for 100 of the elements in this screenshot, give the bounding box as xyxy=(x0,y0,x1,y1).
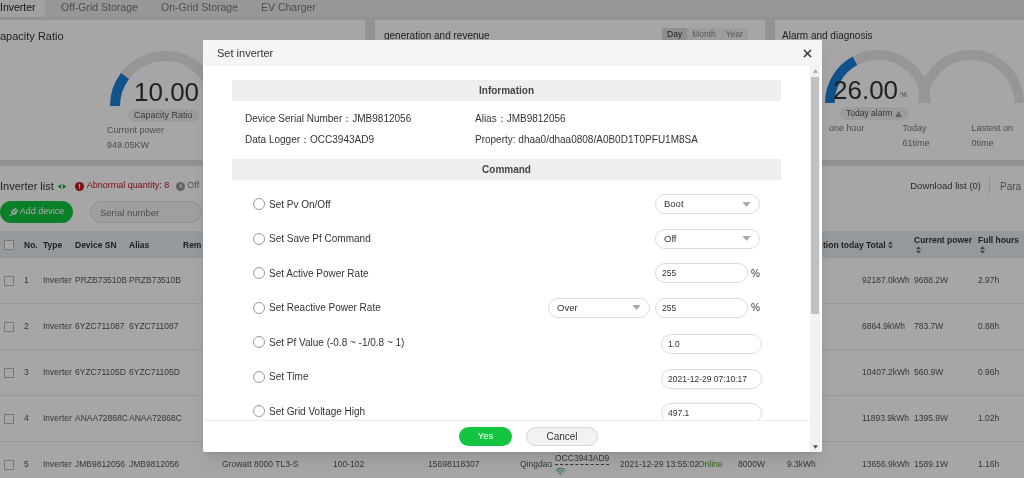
wifi-icon xyxy=(555,465,566,477)
card-title: Alarm and diagnosis xyxy=(782,29,874,43)
column-header[interactable]: Full hours xyxy=(978,234,1020,255)
tab[interactable]: EV Charger xyxy=(245,0,325,17)
input-field[interactable]: 497.1 xyxy=(661,403,762,420)
table-cell: Online xyxy=(698,459,723,469)
table-cell: Inverter xyxy=(43,275,72,285)
table-cell: 560.9W xyxy=(914,367,944,377)
tab[interactable]: Off-Grid Storage xyxy=(45,0,145,17)
download-link[interactable]: Download list (0) xyxy=(910,178,981,194)
command-label: Set Pv On/Off xyxy=(269,197,331,212)
warning-icon xyxy=(895,110,903,117)
table-cell: 1.02h xyxy=(978,413,1000,423)
input-field[interactable]: 1.0 xyxy=(661,334,762,355)
gauge-label: Capacity Ratio xyxy=(128,108,199,122)
column-header[interactable]: Total xyxy=(866,239,893,250)
table-cell: 5 xyxy=(24,459,29,469)
column-header[interactable]: Rem xyxy=(183,239,202,250)
offline-count[interactable]: Off xyxy=(187,179,200,193)
table-cell: 6YZC71105D xyxy=(129,367,180,377)
scroll-down-icon[interactable] xyxy=(812,445,818,449)
cancel-button[interactable]: Cancel xyxy=(526,427,598,446)
table-cell: 0.88h xyxy=(978,321,1000,331)
column-header[interactable]: Type xyxy=(43,239,63,250)
tab[interactable]: On-Grid Storage xyxy=(145,0,245,17)
dropdown-select[interactable]: Off xyxy=(655,228,760,249)
section-header: Command xyxy=(232,159,781,180)
caret-icon xyxy=(742,236,751,242)
input-field[interactable]: 255 xyxy=(655,297,748,318)
tab[interactable]: Inverter xyxy=(0,0,45,17)
table-cell: PRZB73510B xyxy=(75,275,127,285)
column-header[interactable]: No. xyxy=(24,239,38,250)
table-cell: Inverter xyxy=(43,367,72,377)
table-cell: 1395.9W xyxy=(914,413,949,423)
table-cell: 2 xyxy=(24,321,29,331)
abnormal-count[interactable]: Abnormal quantity: 8 xyxy=(86,179,170,193)
column-header[interactable]: Alias xyxy=(129,239,150,250)
sort-icon[interactable] xyxy=(916,246,921,255)
checkbox[interactable] xyxy=(4,413,14,424)
column-header[interactable]: tion today xyxy=(823,239,864,250)
search-field[interactable]: Serial number xyxy=(90,201,202,223)
checkbox[interactable] xyxy=(4,459,14,470)
table-cell: 92187.0kWh xyxy=(862,275,910,285)
column-header[interactable]: Device SN xyxy=(75,239,117,250)
info-text: Data Logger：OCC3943AD9 xyxy=(245,134,375,146)
table-cell: 6YZC71105D xyxy=(75,367,126,377)
checkbox[interactable] xyxy=(4,275,14,286)
scrollbar[interactable] xyxy=(810,66,820,452)
checkbox[interactable] xyxy=(4,239,14,250)
table-cell: 3 xyxy=(24,367,29,377)
stat-value: 0time xyxy=(971,137,994,150)
table-cell: PRZB73510B xyxy=(129,275,181,285)
info-text: Property: dhaa0/dhaa0808/A0B0D1T0PFU1M8SA xyxy=(475,134,699,146)
param-link[interactable]: Para xyxy=(1000,178,1024,194)
table-cell: Inverter xyxy=(43,413,72,423)
input-field[interactable]: 2021-12-29 07:10:17 xyxy=(661,368,762,389)
table-cell: 100-102 xyxy=(333,459,365,469)
table-cell: 0.96h xyxy=(978,367,1000,377)
input-field[interactable]: 255 xyxy=(655,263,748,284)
checkbox[interactable] xyxy=(4,367,14,378)
table-cell: Inverter xyxy=(43,321,72,331)
table-cell: 8000W xyxy=(738,459,765,469)
table-cell: 9688.2W xyxy=(914,275,949,285)
sort-icon[interactable] xyxy=(980,246,985,255)
command-label: Set Reactive Power Rate xyxy=(269,301,381,316)
checkbox[interactable] xyxy=(4,321,14,332)
section-header: Information xyxy=(232,80,781,101)
scroll-up-icon[interactable] xyxy=(812,69,818,73)
card-title: generation and revenue xyxy=(384,29,490,43)
command-label: Set Pf Value (-0.8 ~ -1/0.8 ~ 1) xyxy=(269,335,405,350)
double-arrow-icon[interactable] xyxy=(56,182,67,190)
alarm-badge: Today alarm xyxy=(840,107,909,120)
unit-label: % xyxy=(751,266,760,281)
table-cell: JMB9812056 xyxy=(75,459,126,469)
stat-label: one hour xyxy=(829,122,865,135)
table-cell-text: Growatt 8000 TL3-S xyxy=(222,459,300,470)
alert-icon xyxy=(74,181,84,191)
command-label: Set Save Pf Command xyxy=(269,232,371,247)
column-header[interactable]: Current power xyxy=(914,234,973,255)
clock-icon xyxy=(176,181,186,191)
dropdown-select[interactable]: Boot xyxy=(655,194,760,215)
caret-icon xyxy=(632,305,641,311)
stat-label: Lastest on xyxy=(971,122,1014,135)
table-cell: 6YZC711087 xyxy=(129,321,179,331)
command-label: Set Time xyxy=(269,370,309,385)
table-cell: 13656.9kWh xyxy=(862,459,910,469)
table-cell: 2.97h xyxy=(978,275,1000,285)
dropdown-select[interactable]: Over xyxy=(548,297,650,318)
table-cell: 10407.2kWh xyxy=(862,367,910,377)
unit-label: % xyxy=(751,301,760,316)
table-cell: JMB9812056 xyxy=(129,459,180,469)
table-cell: 1589.1W xyxy=(914,459,949,469)
table-cell: Qingdao xyxy=(520,459,553,469)
table-cell: 15698118307 xyxy=(428,459,480,469)
dialog-title: Set inverter xyxy=(217,45,274,61)
table-cell: Inverter xyxy=(43,459,72,469)
caret-icon xyxy=(742,201,751,207)
list-title: Inverter list xyxy=(0,178,54,194)
table-cell: 2021-12-29 13:55:02 xyxy=(620,459,699,469)
sort-icon[interactable] xyxy=(887,241,893,250)
